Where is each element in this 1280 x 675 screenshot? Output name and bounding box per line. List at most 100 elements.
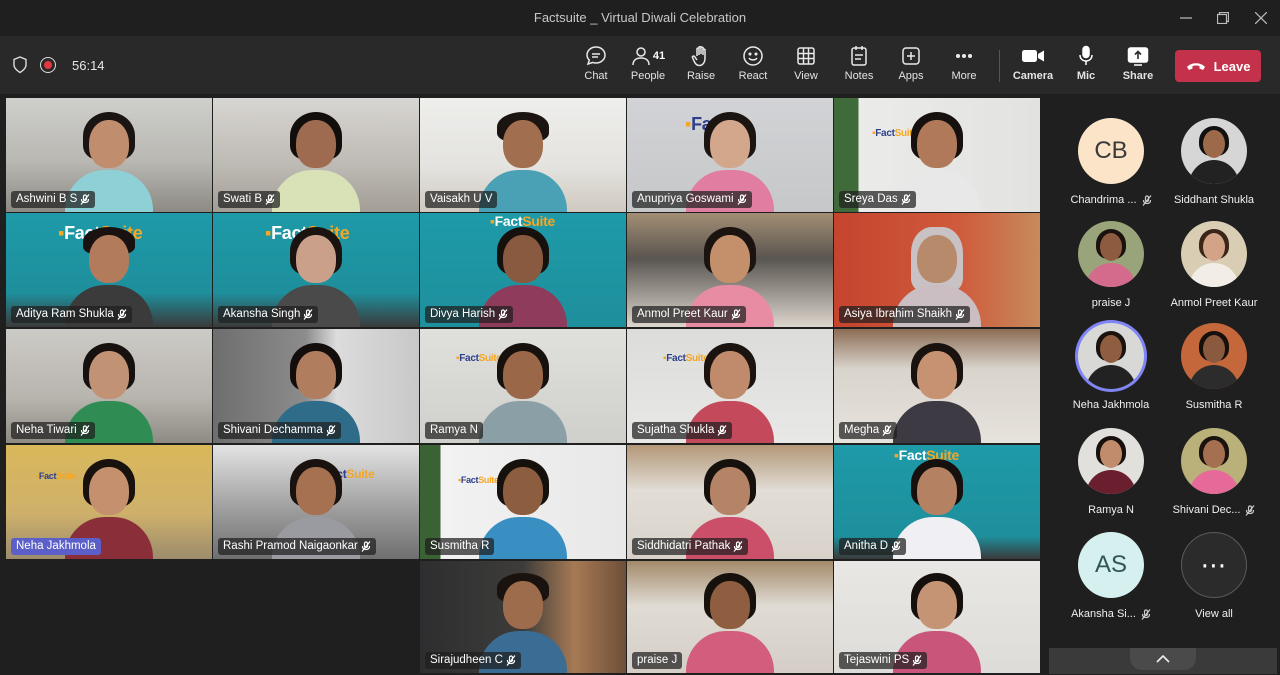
mic-off-icon (1245, 504, 1255, 516)
video-tile[interactable]: ▪FactSuite Anitha D (834, 445, 1040, 559)
video-tile[interactable]: Asiya Ibrahim Shaikh (834, 213, 1040, 327)
video-tile-speaking[interactable]: ▪FactSuite Neha Jakhmola (6, 445, 212, 559)
chat-button[interactable]: Chat (570, 44, 622, 88)
close-window-button[interactable] (1246, 6, 1276, 30)
raise-hand-button[interactable]: Raise (675, 44, 727, 88)
participant-name: Neha Tiwari (16, 424, 77, 436)
video-tile[interactable]: Megha (834, 329, 1040, 443)
participant-name-tag: Neha Tiwari (11, 422, 95, 439)
video-tile[interactable]: ▪Fact Anupriya Goswami (627, 98, 833, 212)
participant-card[interactable]: Ramya N (1056, 428, 1166, 528)
view-button[interactable]: View (780, 44, 832, 88)
participant-name-tag: Neha Jakhmola (11, 538, 101, 555)
view-all-button[interactable]: ⋯ View all (1159, 532, 1269, 632)
participant-name: praise J (1091, 297, 1131, 309)
video-tile[interactable]: ▪FactSuite Akansha Singh (213, 213, 419, 327)
participant-name-tag: Ramya N (425, 422, 483, 439)
participant-name-tag: Siddhidatri Pathak (632, 538, 749, 555)
collapse-gallery-button[interactable] (1049, 648, 1277, 674)
participant-card[interactable]: Anmol Preet Kaur (1159, 221, 1269, 321)
leave-label: Leave (1213, 58, 1251, 74)
participant-name-tag: Sreya Das (839, 191, 916, 208)
participant-name: Susmitha R (1185, 399, 1243, 411)
avatar (1078, 323, 1144, 389)
mic-button[interactable]: Mic (1060, 44, 1112, 88)
mic-off-icon (731, 309, 741, 320)
video-tile[interactable]: Neha Tiwari (6, 329, 212, 443)
participant-name: Neha Jakhmola (1072, 399, 1150, 411)
participant-card[interactable]: CB Chandrima ... (1056, 118, 1166, 218)
participant-card-speaking[interactable]: Neha Jakhmola (1056, 323, 1166, 423)
mic-off-icon (733, 541, 743, 552)
minimize-button[interactable] (1171, 6, 1201, 30)
video-tile[interactable]: Ashwini B S (6, 98, 212, 212)
participant-name: Chandrima ... (1070, 194, 1137, 206)
avatar (1078, 428, 1144, 494)
notes-button[interactable]: Notes (833, 44, 885, 88)
video-tile[interactable]: praise J (627, 561, 833, 673)
participant-card[interactable]: Susmitha R (1159, 323, 1269, 423)
participant-name-tag: Anmol Preet Kaur (632, 306, 746, 323)
participant-name-tag: Megha (839, 422, 898, 439)
more-button[interactable]: More (938, 44, 990, 88)
avatar: CB (1078, 118, 1144, 184)
participant-name: Aditya Ram Shukla (16, 308, 114, 320)
view-all-label: View all (1195, 608, 1233, 620)
video-tile[interactable]: Shivani Dechamma (213, 329, 419, 443)
participant-name: Akansha Singh (223, 308, 301, 320)
video-tile[interactable]: Siddhidatri Pathak (627, 445, 833, 559)
participant-name: Ramya N (1088, 504, 1134, 516)
participant-card[interactable]: Shivani Dec... (1159, 428, 1269, 528)
participant-card-name: Siddhant Shukla (1159, 194, 1269, 206)
participant-name: Siddhidatri Pathak (637, 540, 731, 552)
shield-icon[interactable] (12, 56, 28, 74)
grid-view-icon (797, 47, 815, 65)
mic-off-icon (506, 655, 516, 666)
participant-name: Anitha D (844, 540, 889, 552)
participant-name-tag: Anitha D (839, 538, 907, 555)
video-tile[interactable]: Swati B (213, 98, 419, 212)
video-tile[interactable]: FactSuite Rashi Pramod Naigaonkar (213, 445, 419, 559)
meeting-timer: 56:14 (72, 57, 105, 73)
video-tile[interactable]: Tejaswini PS (834, 561, 1040, 673)
participant-card-name: Ramya N (1056, 504, 1166, 516)
camera-button[interactable]: Camera (1007, 44, 1059, 88)
video-tile[interactable]: ▪FactSuite Susmitha R (420, 445, 626, 559)
participant-name: Anmol Preet Kaur (637, 308, 728, 320)
maximize-button[interactable] (1208, 6, 1238, 30)
participant-name: praise J (637, 654, 678, 666)
people-button[interactable]: 41 People (622, 44, 674, 88)
mic-off-icon (265, 194, 275, 205)
apps-button[interactable]: Apps (885, 44, 937, 88)
video-grid: Ashwini B S Swati B Vaisakh U V ▪Fact An… (6, 98, 1040, 673)
video-tile[interactable]: ▪FactSuite Sreya Das (834, 98, 1040, 212)
video-tile[interactable]: ▪FactSuite Divya Harish (420, 213, 626, 327)
video-tile[interactable]: ▪FactSuite Aditya Ram Shukla (6, 213, 212, 327)
avatar (1181, 118, 1247, 184)
chat-label: Chat (584, 70, 608, 82)
mic-off-icon (80, 194, 90, 205)
participant-card-name: Chandrima ... (1056, 194, 1166, 206)
people-label: People (630, 70, 666, 82)
video-tile[interactable]: Sirajudheen C (420, 561, 626, 673)
participant-card[interactable]: Siddhant Shukla (1159, 118, 1269, 218)
video-tile[interactable]: Vaisakh U V (420, 98, 626, 212)
share-button[interactable]: Share (1112, 44, 1164, 88)
participant-card[interactable]: AS Akansha Si... (1056, 532, 1166, 632)
video-tile[interactable]: ▪FactSuite Sujatha Shukla (627, 329, 833, 443)
avatar (1181, 323, 1247, 389)
leave-button[interactable]: Leave (1175, 50, 1261, 82)
participant-card[interactable]: praise J (1056, 221, 1166, 321)
video-tile[interactable]: Anmol Preet Kaur (627, 213, 833, 327)
participant-card-name: Neha Jakhmola (1056, 399, 1166, 411)
participant-card-name: Anmol Preet Kaur (1159, 297, 1269, 309)
avatar (1078, 221, 1144, 287)
mic-off-icon (901, 194, 911, 205)
video-tile[interactable]: ▪FactSuite Ramya N (420, 329, 626, 443)
participant-name-tag: Rashi Pramod Naigaonkar (218, 538, 376, 555)
react-button[interactable]: React (727, 44, 779, 88)
mic-off-icon (361, 541, 371, 552)
participant-name: Vaisakh U V (430, 193, 493, 205)
react-label: React (738, 70, 768, 82)
mic-off-icon (737, 194, 747, 205)
